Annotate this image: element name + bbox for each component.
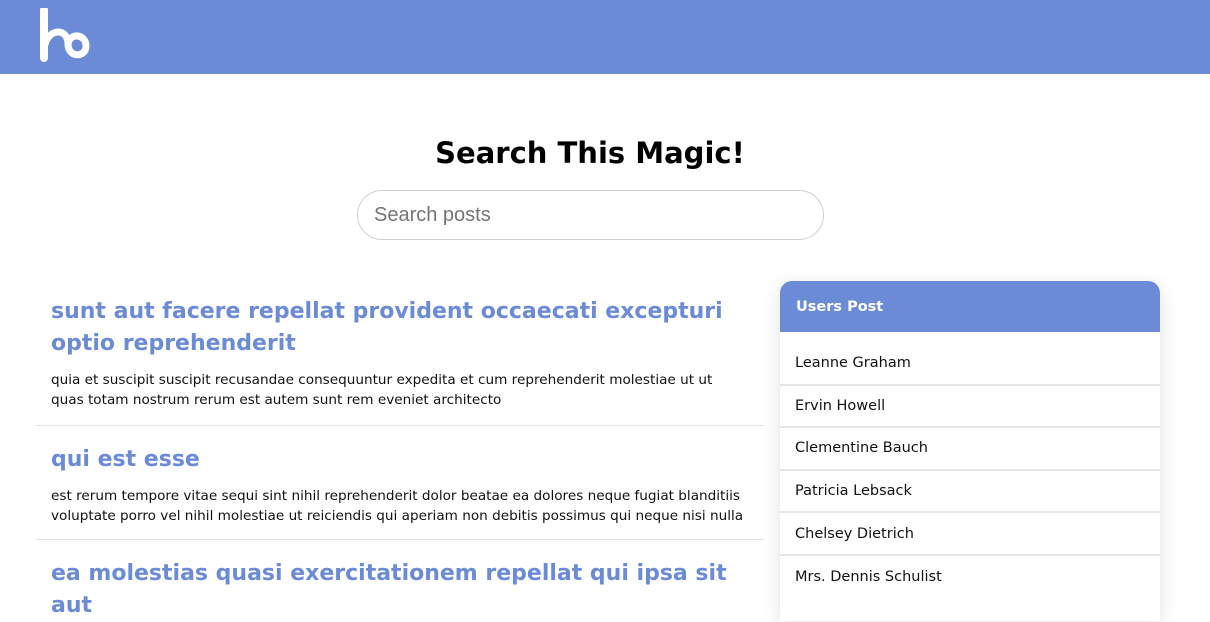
user-item[interactable]: Clementine Bauch: [780, 428, 1160, 471]
hb-logo-icon[interactable]: [38, 8, 92, 62]
user-item[interactable]: Chelsey Dietrich: [780, 513, 1160, 556]
post-title-link[interactable]: ea molestias quasi exercitationem repell…: [51, 558, 749, 622]
posts-list: sunt aut facere repellat provident occae…: [36, 296, 764, 622]
users-panel-title: Users Post: [780, 281, 1160, 332]
post-item: qui est esse est rerum tempore vitae seq…: [36, 426, 764, 540]
user-item[interactable]: Mrs. Dennis Schulist: [780, 556, 1160, 599]
user-item[interactable]: Leanne Graham: [780, 343, 1160, 386]
post-item: ea molestias quasi exercitationem repell…: [36, 540, 764, 622]
page-title: Search This Magic!: [435, 136, 745, 170]
post-title-link[interactable]: qui est esse: [51, 444, 749, 476]
search-input[interactable]: [357, 190, 824, 240]
users-post-panel: Users Post Leanne Graham Ervin Howell Cl…: [780, 281, 1160, 621]
post-body: est rerum tempore vitae sequi sint nihil…: [51, 488, 744, 524]
post-item: sunt aut facere repellat provident occae…: [36, 296, 764, 426]
post-title-link[interactable]: sunt aut facere repellat provident occae…: [51, 296, 749, 360]
user-item[interactable]: Patricia Lebsack: [780, 471, 1160, 514]
post-body: quia et suscipit suscipit recusandae con…: [51, 372, 713, 408]
users-list: Leanne Graham Ervin Howell Clementine Ba…: [780, 332, 1160, 599]
top-navbar: [0, 0, 1210, 74]
user-item[interactable]: Ervin Howell: [780, 386, 1160, 429]
